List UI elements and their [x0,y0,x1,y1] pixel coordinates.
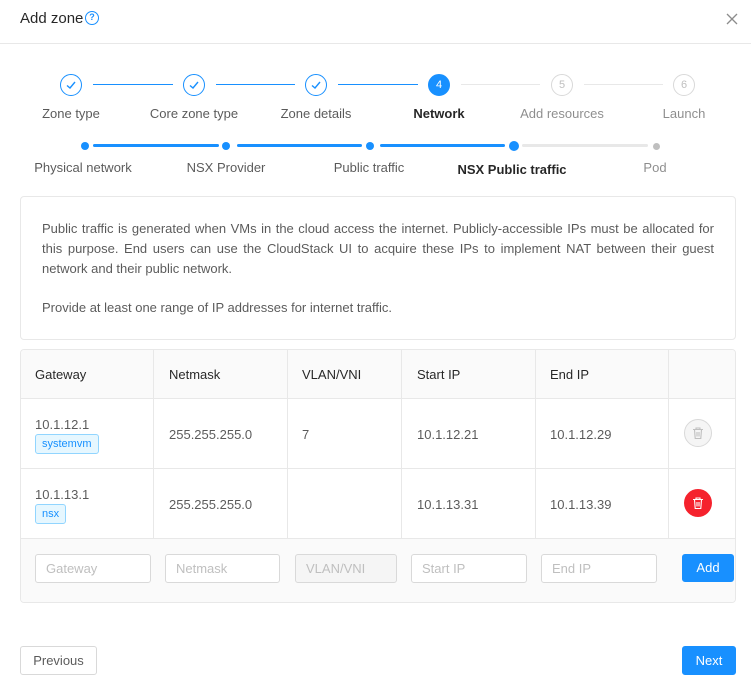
step-core-zone-type[interactable] [183,74,205,96]
gateway-input[interactable] [35,554,151,583]
end-ip-input[interactable] [541,554,657,583]
substep-dot [509,141,519,151]
substep-connector [522,144,648,147]
cell-start-ip: 10.1.12.21 [417,427,479,442]
cell-gateway: 10.1.13.1 [35,487,90,502]
cell-start-ip: 10.1.13.31 [417,497,479,512]
step-title: Core zone type [149,106,239,121]
close-icon[interactable] [725,12,739,26]
substep-nsx-public-traffic: NSX Public traffic [457,162,567,177]
substep-connector [380,144,505,147]
substep-dot [653,143,660,150]
vlan-input[interactable] [295,554,397,583]
step-zone-type[interactable] [60,74,82,96]
delete-button[interactable] [684,419,712,447]
next-button[interactable]: Next [682,646,736,675]
substep-dot [81,142,89,150]
substep-dot [222,142,230,150]
ip-range-table: Gateway Netmask VLAN/VNI Start IP End IP… [20,349,736,603]
check-icon [66,81,76,89]
cell-netmask: 255.255.255.0 [169,427,253,442]
table-row: 10.1.13.1 nsx 255.255.255.0 10.1.13.31 1… [21,469,735,539]
column-header-netmask: Netmask [169,367,221,382]
step-connector [338,84,418,85]
netmask-input[interactable] [165,554,280,583]
check-icon [311,81,321,89]
step-title: Network [413,106,465,121]
step-title: Launch [662,106,706,121]
start-ip-input[interactable] [411,554,527,583]
table-row: 10.1.12.1 systemvm 255.255.255.0 7 10.1.… [21,399,735,469]
question-circle-icon[interactable]: ? [85,11,99,25]
cell-end-ip: 10.1.13.39 [550,497,612,512]
table-header: Gateway Netmask VLAN/VNI Start IP End IP [21,350,735,399]
step-title: Zone details [280,106,352,121]
info-instruction: Provide at least one range of IP address… [42,300,392,315]
step-connector [584,84,663,85]
substep-physical-network: Physical network [34,160,132,175]
column-header-start-ip: Start IP [417,367,461,382]
cell-end-ip: 10.1.12.29 [550,427,612,442]
traffic-tag: systemvm [35,434,99,454]
step-connector [216,84,295,85]
cell-netmask: 255.255.255.0 [169,497,253,512]
trash-icon [693,497,703,510]
delete-button[interactable] [684,489,712,517]
column-header-end-ip: End IP [550,367,590,382]
step-network[interactable]: 4 [428,74,450,96]
modal-header: Add zone ? [0,0,751,44]
step-add-resources[interactable]: 5 [551,74,573,96]
substep-connector [93,144,219,147]
column-header-gateway: Gateway [35,367,87,382]
check-icon [189,81,199,89]
step-title: Add resources [520,106,604,121]
column-header-vlan: VLAN/VNI [302,367,362,382]
step-launch[interactable]: 6 [673,74,695,96]
substep-pod: Pod [643,160,667,175]
info-description: Public traffic is generated when VMs in … [42,221,714,276]
step-connector [461,84,540,85]
step-title: Zone type [42,106,100,121]
substep-connector [237,144,362,147]
substep-dot [366,142,374,150]
previous-button[interactable]: Previous [20,646,97,675]
cell-vlan: 7 [302,427,310,442]
step-zone-details[interactable] [305,74,327,96]
step-connector [93,84,173,85]
traffic-tag: nsx [35,504,67,524]
substep-public-traffic: Public traffic [333,160,405,175]
add-button[interactable]: Add [682,554,734,582]
modal-title: Add zone [20,10,84,27]
info-box: Public traffic is generated when VMs in … [20,196,736,340]
trash-icon [693,427,703,440]
substep-nsx-provider: NSX Provider [186,160,266,175]
cell-gateway: 10.1.12.1 [35,417,90,432]
new-range-row: Add [21,539,735,602]
